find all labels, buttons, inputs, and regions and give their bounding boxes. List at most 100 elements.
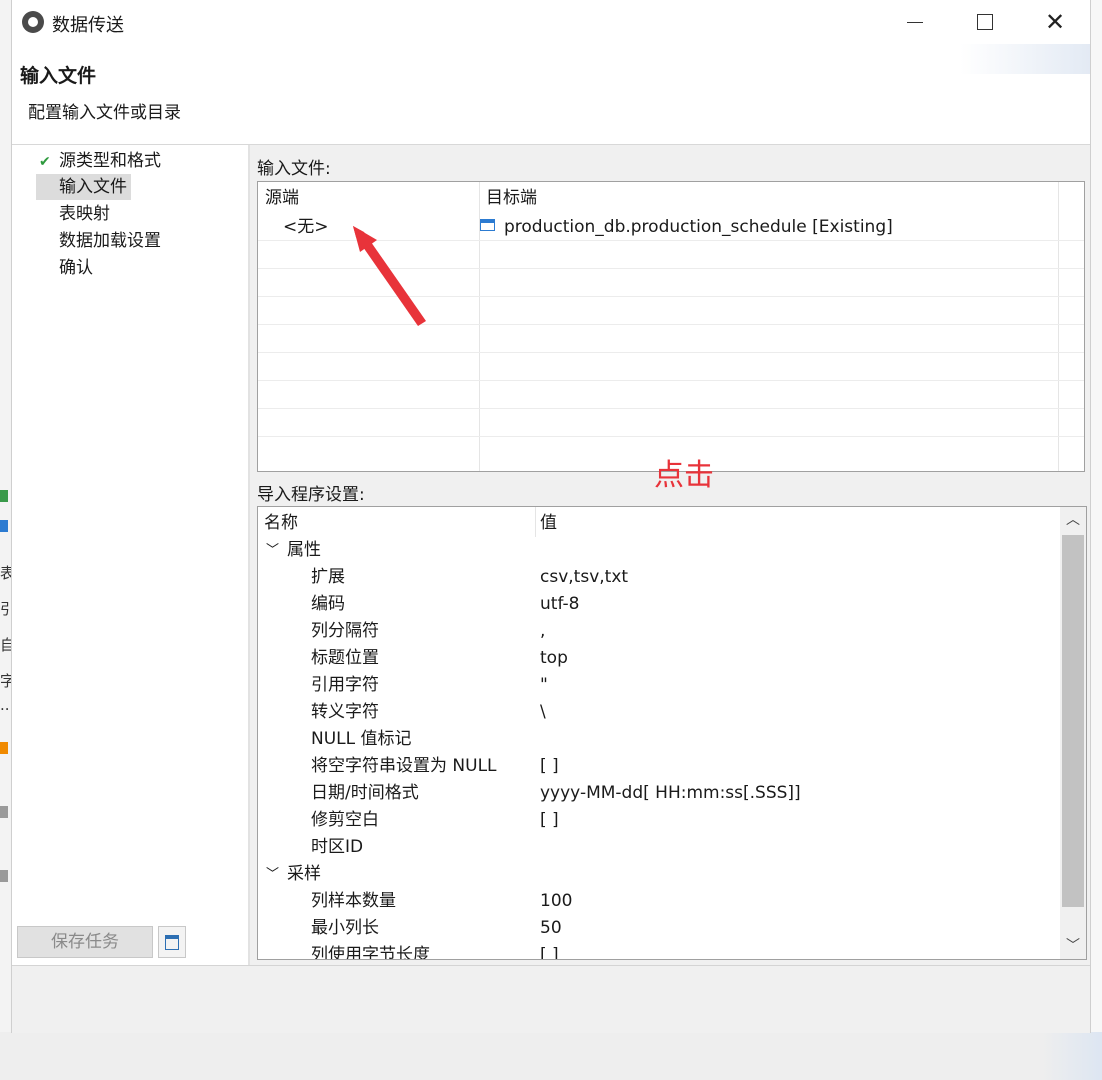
property-row[interactable]: 引用字符 ": [258, 672, 1058, 699]
background-text: 字: [0, 672, 12, 690]
property-value[interactable]: \: [540, 699, 546, 726]
group-name: 属性: [287, 540, 321, 560]
property-row[interactable]: 时区ID: [258, 834, 1058, 861]
property-row[interactable]: 编码 utf-8: [258, 591, 1058, 618]
property-row[interactable]: NULL 值标记: [258, 726, 1058, 753]
nav-step-source-type[interactable]: ✔ 源类型和格式: [36, 148, 161, 174]
group-name: 采样: [287, 864, 321, 884]
property-row[interactable]: 最小列长 50: [258, 915, 1058, 942]
property-value[interactable]: ,: [540, 618, 545, 645]
background-text: 表: [0, 564, 12, 582]
background-text: 引: [0, 600, 12, 618]
background-app-bottom-accent: [1042, 1032, 1102, 1080]
property-row[interactable]: 将空字符串设置为 NULL [ ]: [258, 753, 1058, 780]
nav-step-label: 数据加载设置: [59, 231, 161, 251]
nav-step-label: 源类型和格式: [59, 151, 161, 171]
nav-step-label: 输入文件: [59, 177, 127, 197]
property-name: 扩展: [311, 567, 345, 587]
property-name: 列样本数量: [311, 891, 396, 911]
chevron-down-icon[interactable]: ﹀: [266, 861, 279, 888]
maximize-icon: [977, 14, 993, 30]
close-button[interactable]: ✕: [1020, 0, 1090, 44]
page-title: 输入文件: [20, 65, 97, 87]
property-row[interactable]: 标题位置 top: [258, 645, 1058, 672]
property-row[interactable]: 列分隔符 ,: [258, 618, 1058, 645]
sampling-group-row[interactable]: ﹀ 采样: [258, 861, 1058, 888]
property-name: 列使用字节长度: [311, 945, 430, 960]
column-header-name[interactable]: 名称: [264, 507, 298, 537]
nav-step-table-mapping[interactable]: 表映射: [36, 201, 110, 227]
property-row[interactable]: 转义字符 \: [258, 699, 1058, 726]
property-name: 引用字符: [311, 675, 379, 695]
maximize-button[interactable]: [950, 0, 1020, 44]
property-name: 日期/时间格式: [311, 783, 419, 803]
property-value[interactable]: utf-8: [540, 591, 579, 618]
main-content: 输入文件: 源端 目标端 <无> production_db.productio…: [250, 145, 1090, 965]
property-name: 最小列长: [311, 918, 379, 938]
property-name: 列分隔符: [311, 621, 379, 641]
nav-step-load-settings[interactable]: 数据加载设置: [36, 228, 161, 254]
save-task-button[interactable]: 保存任务: [17, 926, 153, 958]
property-group-row[interactable]: ﹀ 属性: [258, 537, 1058, 564]
minimize-button[interactable]: [880, 0, 950, 44]
property-name: 转义字符: [311, 702, 379, 722]
background-icon: [0, 490, 8, 502]
nav-step-confirm[interactable]: 确认: [36, 255, 93, 281]
property-value[interactable]: [ ]: [540, 753, 559, 780]
property-value[interactable]: yyyy-MM-dd[ HH:mm:ss[.SSS]]: [540, 780, 801, 807]
background-app-bottom: [0, 1032, 1102, 1080]
background-text: 自: [0, 636, 12, 654]
scroll-up-icon[interactable]: ︿: [1060, 507, 1086, 533]
page-header: [12, 44, 1090, 144]
header-decoration: [960, 44, 1090, 74]
vertical-scrollbar[interactable]: ︿ ﹀: [1060, 507, 1086, 959]
annotation-text: 点击: [654, 458, 714, 493]
window-title: 数据传送: [52, 15, 124, 36]
property-value[interactable]: csv,tsv,txt: [540, 564, 628, 591]
property-value[interactable]: [ ]: [540, 942, 559, 959]
page-subtitle: 配置输入文件或目录: [28, 103, 181, 123]
nav-step-input-files[interactable]: 输入文件: [36, 174, 131, 200]
property-row[interactable]: 修剪空白 [ ]: [258, 807, 1058, 834]
property-value[interactable]: ": [540, 672, 548, 699]
close-icon: ✕: [1044, 8, 1066, 36]
column-divider: [535, 507, 536, 537]
annotation-arrow: [353, 226, 426, 326]
property-name: 将空字符串设置为 NULL: [311, 756, 497, 776]
property-row[interactable]: 扩展 csv,tsv,txt: [258, 564, 1058, 591]
property-name: NULL 值标记: [311, 729, 412, 749]
property-value[interactable]: [ ]: [540, 807, 559, 834]
scroll-down-icon[interactable]: ﹀: [1060, 933, 1086, 959]
background-icon: [0, 520, 8, 532]
property-value[interactable]: 100: [540, 888, 572, 915]
background-icon: [0, 742, 8, 754]
app-icon: [22, 11, 44, 33]
chevron-down-icon[interactable]: ﹀: [266, 537, 279, 564]
minimize-icon: [907, 21, 923, 23]
nav-step-label: 表映射: [59, 204, 110, 224]
importer-settings-table: 名称 值 ﹀ 属性 扩展 csv,tsv,txt 编码 utf-8 列分隔符 ,…: [257, 506, 1087, 960]
column-header-value[interactable]: 值: [540, 507, 557, 537]
property-row[interactable]: 列使用字节长度 [ ]: [258, 942, 1058, 960]
background-icon: [0, 806, 8, 818]
dialog-button-bar: [12, 965, 1090, 1033]
background-app-right-edge: [1090, 0, 1102, 1080]
property-name: 编码: [311, 594, 345, 614]
task-icon: [165, 934, 179, 950]
scrollbar-thumb[interactable]: [1062, 535, 1084, 907]
property-row[interactable]: 列样本数量 100: [258, 888, 1058, 915]
property-value[interactable]: top: [540, 645, 568, 672]
nav-step-label: 确认: [59, 258, 93, 278]
data-transfer-dialog: 数据传送 ✕ 输入文件 配置输入文件或目录 ✔ 源类型和格式 输入文件 表映射 …: [12, 0, 1090, 1033]
property-name: 标题位置: [311, 648, 379, 668]
property-row[interactable]: 日期/时间格式 yyyy-MM-dd[ HH:mm:ss[.SSS]]: [258, 780, 1058, 807]
property-name: 修剪空白: [311, 810, 379, 830]
task-options-button[interactable]: [158, 926, 186, 958]
importer-settings-label: 导入程序设置:: [257, 485, 365, 505]
property-value[interactable]: 50: [540, 915, 562, 942]
check-icon: ✔: [39, 154, 51, 170]
background-app-left-edge: [0, 0, 12, 1080]
title-bar[interactable]: 数据传送 ✕: [12, 0, 1090, 44]
property-name: 时区ID: [311, 837, 364, 857]
background-text: ...: [0, 696, 12, 714]
